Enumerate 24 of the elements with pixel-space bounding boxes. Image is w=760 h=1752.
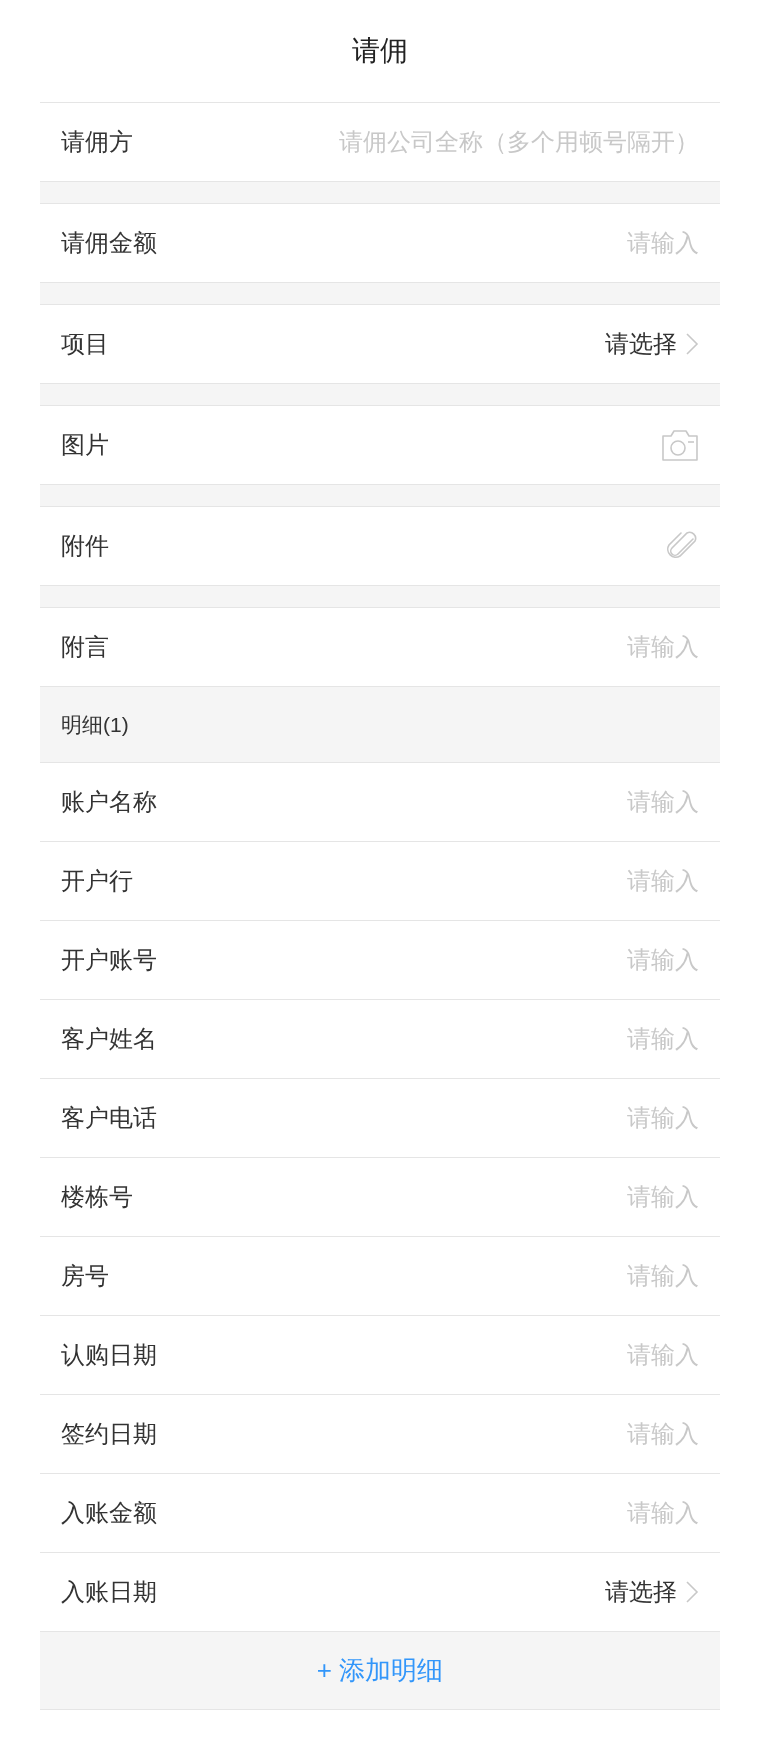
field-label: 附言 [61,632,109,662]
field-label: 认购日期 [61,1340,157,1370]
field-label: 入账日期 [61,1577,157,1607]
camera-icon[interactable] [661,428,699,462]
field-label: 客户电话 [61,1103,157,1133]
field-label: 附件 [61,531,109,561]
field-label: 开户行 [61,866,133,896]
field-label: 签约日期 [61,1419,157,1449]
section-title: 明细(1) [61,711,129,738]
chevron-icon [685,332,699,356]
field-label: 入账金额 [61,1498,157,1528]
page-title: 请佣 [352,34,408,68]
field-label: 请佣方 [61,127,133,157]
field-label: 账户名称 [61,787,157,817]
field-label: 客户姓名 [61,1024,157,1054]
field-label: 图片 [61,430,109,460]
field-label: 项目 [61,329,109,359]
field-label: 房号 [61,1261,109,1291]
chevron-icon [685,1580,699,1604]
select-field[interactable]: 请选择 [605,1574,699,1610]
field-label: 开户账号 [61,945,157,975]
select-field[interactable]: 请选择 [605,326,699,362]
field-label: 楼栋号 [61,1182,133,1212]
field-label: 请佣金额 [61,228,157,258]
